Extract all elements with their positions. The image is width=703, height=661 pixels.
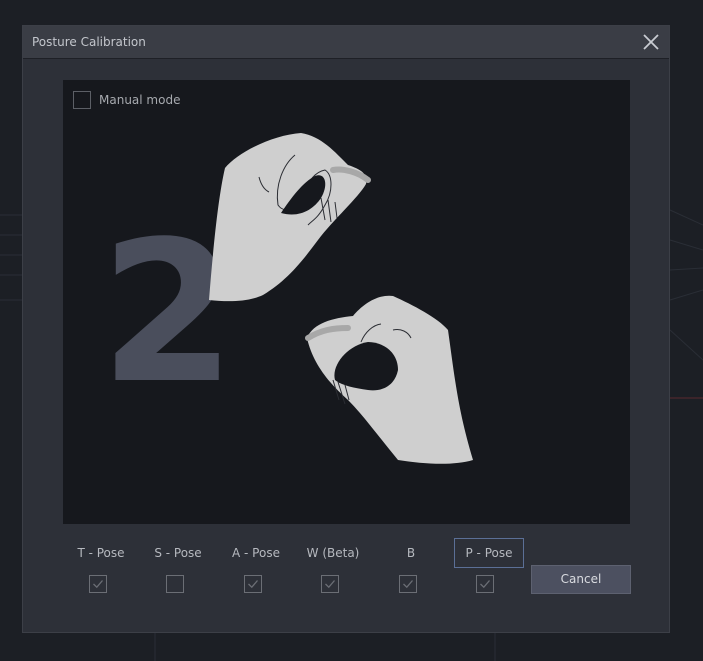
posture-calibration-dialog: Posture Calibration 2 Manual mode T - Po… bbox=[22, 25, 670, 633]
check-icon bbox=[248, 580, 258, 589]
check-icon bbox=[403, 580, 413, 589]
tab-p-pose[interactable]: P - Pose bbox=[454, 538, 524, 568]
manual-mode-label: Manual mode bbox=[99, 93, 181, 107]
w-beta-checkbox[interactable] bbox=[321, 575, 339, 593]
tab-t-pose[interactable]: T - Pose bbox=[66, 538, 136, 568]
t-pose-checkbox[interactable] bbox=[89, 575, 107, 593]
manual-mode-option[interactable]: Manual mode bbox=[73, 90, 180, 110]
check-icon bbox=[480, 580, 490, 589]
s-pose-checkbox[interactable] bbox=[166, 575, 184, 593]
tab-b-pose[interactable]: B bbox=[376, 538, 446, 568]
a-pose-checkbox[interactable] bbox=[244, 575, 262, 593]
check-icon bbox=[325, 580, 335, 589]
dialog-title: Posture Calibration bbox=[32, 35, 146, 49]
p-pose-illustration: 2 bbox=[100, 133, 473, 464]
manual-mode-checkbox[interactable] bbox=[73, 91, 91, 109]
b-pose-checkbox[interactable] bbox=[399, 575, 417, 593]
tab-s-pose[interactable]: S - Pose bbox=[143, 538, 213, 568]
p-pose-checkbox[interactable] bbox=[476, 575, 494, 593]
cancel-button[interactable]: Cancel bbox=[531, 565, 631, 594]
tab-a-pose[interactable]: A - Pose bbox=[221, 538, 291, 568]
tab-w-beta[interactable]: W (Beta) bbox=[298, 538, 368, 568]
pose-preview-panel: 2 Manual mode bbox=[63, 80, 630, 524]
dialog-titlebar: Posture Calibration bbox=[23, 26, 669, 59]
upper-hand-icon bbox=[209, 133, 371, 302]
close-icon[interactable] bbox=[639, 30, 663, 54]
lower-hand-icon bbox=[305, 295, 473, 464]
check-icon bbox=[93, 580, 103, 589]
